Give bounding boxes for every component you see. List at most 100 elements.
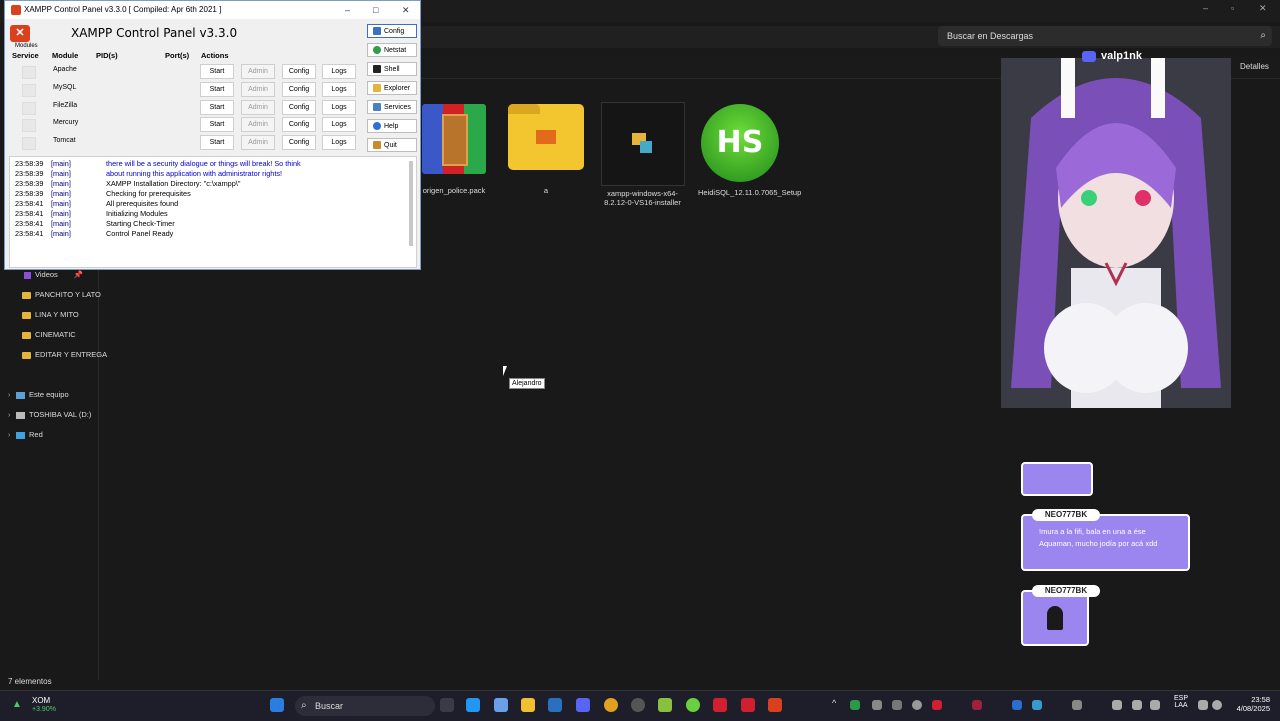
config-main-button[interactable]: Config	[367, 24, 417, 38]
config-button[interactable]: Config	[282, 117, 316, 132]
chat-username: NEO777BK	[1032, 509, 1100, 521]
discord-icon[interactable]	[576, 698, 590, 712]
sidebar-item-folder[interactable]: EDITAR Y ENTREGA	[22, 350, 107, 359]
chat-username: NEO777BK	[1032, 585, 1100, 597]
sidebar-item-drive[interactable]: › TOSHIBA VAL (D:)	[8, 410, 91, 419]
tray-icon[interactable]	[872, 700, 882, 710]
tray-icon[interactable]	[932, 700, 942, 710]
log-message: Starting Check-Timer	[106, 219, 175, 228]
tray-icon[interactable]	[1072, 700, 1082, 710]
logs-button[interactable]: Logs	[322, 64, 356, 79]
service-checkbox[interactable]	[22, 66, 36, 79]
vscode-icon[interactable]	[548, 698, 562, 712]
file-item[interactable]: HS HeidiSQL_12.11.0.7065_Setup	[698, 104, 801, 197]
clock-date: 4/08/2025	[1236, 704, 1270, 713]
tray-icon[interactable]	[1012, 700, 1022, 710]
file-item[interactable]: a	[505, 104, 587, 195]
log-time: 23:58:41	[15, 229, 44, 238]
tray-icon[interactable]	[850, 700, 860, 710]
log-line: 23:58:41 [main] Initializing Modules	[15, 209, 168, 218]
shell-button[interactable]: Shell	[367, 62, 417, 76]
start-button[interactable]: Start	[200, 135, 234, 150]
obs-icon[interactable]	[631, 698, 645, 712]
config-button[interactable]: Config	[282, 64, 316, 79]
chrome-icon[interactable]	[604, 698, 618, 712]
logs-button[interactable]: Logs	[322, 135, 356, 150]
tray-icon[interactable]	[912, 700, 922, 710]
file-item[interactable]: xampp-windows-x64-8.2.12-0-VS16-installe…	[600, 102, 685, 207]
file-name: origen_police.pack	[422, 186, 486, 195]
service-checkbox[interactable]	[22, 84, 36, 97]
tray-icon[interactable]	[1032, 700, 1042, 710]
details-button[interactable]: Detalles	[1240, 62, 1269, 71]
language-indicator[interactable]: ESP LAA	[1170, 695, 1192, 709]
sidebar-item-folder[interactable]: LINA Y MITO	[22, 310, 79, 319]
minimize-icon[interactable]: –	[1203, 3, 1208, 13]
module-name: Mercury	[53, 119, 79, 126]
folder-icon	[373, 84, 381, 93]
system-clock[interactable]: 23:58 4/08/2025	[1228, 695, 1270, 713]
stock-ticker[interactable]: XOM	[32, 696, 50, 705]
config-button[interactable]: Config	[282, 135, 316, 150]
maximize-icon[interactable]: □	[373, 1, 378, 19]
copilot-icon[interactable]	[466, 698, 480, 712]
service-checkbox[interactable]	[22, 102, 36, 115]
app-icon[interactable]	[686, 698, 700, 712]
start-windows-icon[interactable]	[270, 698, 284, 712]
task-view-icon[interactable]	[440, 698, 454, 712]
battery-icon[interactable]	[1212, 700, 1222, 710]
minimize-icon[interactable]: –	[345, 1, 350, 19]
file-explorer-icon[interactable]	[521, 698, 535, 712]
sidebar-item-videos[interactable]: Videos 📌	[24, 270, 83, 279]
display-icon[interactable]	[1198, 700, 1208, 710]
chevron-up-icon[interactable]: ^	[832, 698, 836, 708]
log-scrollbar[interactable]	[409, 161, 413, 246]
quit-button[interactable]: Quit	[367, 138, 417, 152]
xampp-taskbar-icon[interactable]	[768, 698, 782, 712]
app-icon[interactable]	[713, 698, 727, 712]
sidebar-item-folder[interactable]: PANCHITO Y LATO	[22, 290, 101, 299]
app-icon[interactable]	[658, 698, 672, 712]
search-input[interactable]: Buscar en Descargas ⌕	[938, 26, 1272, 46]
tray-icon[interactable]	[892, 700, 902, 710]
sidebar-item-this-pc[interactable]: › Este equipo	[8, 390, 69, 399]
sidebar-item-network[interactable]: › Red	[8, 430, 43, 439]
logs-button[interactable]: Logs	[322, 82, 356, 97]
tray-icon[interactable]	[972, 700, 982, 710]
close-icon[interactable]: ✕	[1259, 3, 1267, 14]
close-icon[interactable]: ✕	[402, 1, 410, 19]
xampp-logo-icon: ✕	[10, 25, 30, 42]
log-line: 23:58:41 [main] Control Panel Ready	[15, 229, 173, 238]
file-item[interactable]: origen_police.pack	[418, 104, 490, 195]
log-panel[interactable]: 23:58:39 [main] there will be a security d…	[9, 156, 417, 268]
start-button[interactable]: Start	[200, 117, 234, 132]
language-layout: LAA	[1174, 702, 1188, 709]
help-icon	[373, 122, 381, 131]
app-icon[interactable]	[741, 698, 755, 712]
service-checkbox[interactable]	[22, 119, 36, 132]
maximize-icon[interactable]: ▫	[1231, 3, 1234, 13]
column-header-service: Service	[12, 51, 39, 60]
log-message: All prerequisites found	[106, 199, 179, 208]
module-name: FileZilla	[53, 102, 78, 109]
microphone-icon[interactable]	[1150, 700, 1160, 710]
button-label: Netstat	[384, 47, 407, 54]
explorer-button[interactable]: Explorer	[367, 81, 417, 95]
logs-button[interactable]: Logs	[322, 100, 356, 115]
netstat-button[interactable]: Netstat	[367, 43, 417, 57]
app-icon[interactable]	[494, 698, 508, 712]
folder-icon	[22, 331, 31, 339]
logs-button[interactable]: Logs	[322, 117, 356, 132]
start-button[interactable]: Start	[200, 64, 234, 79]
start-button[interactable]: Start	[200, 100, 234, 115]
taskbar-search[interactable]: ⌕ Buscar	[295, 696, 435, 716]
wifi-icon[interactable]	[1112, 700, 1122, 710]
config-button[interactable]: Config	[282, 100, 316, 115]
speaker-icon[interactable]	[1132, 700, 1142, 710]
config-button[interactable]: Config	[282, 82, 316, 97]
sidebar-item-folder[interactable]: CINEMATIC	[22, 330, 76, 339]
start-button[interactable]: Start	[200, 82, 234, 97]
service-checkbox[interactable]	[22, 137, 36, 150]
help-button[interactable]: Help	[367, 119, 417, 133]
services-button[interactable]: Services	[367, 100, 417, 114]
